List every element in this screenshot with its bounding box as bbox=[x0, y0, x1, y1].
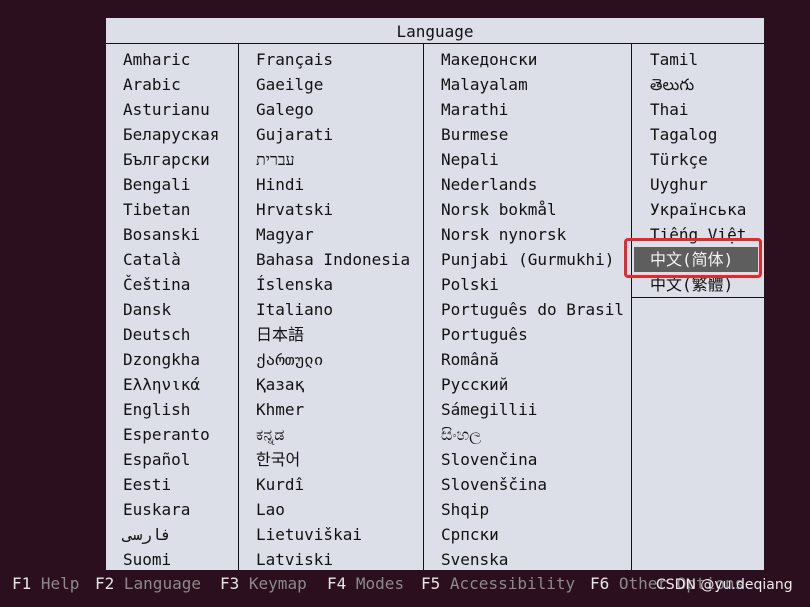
language-option[interactable]: සිංහල bbox=[441, 422, 481, 447]
language-option[interactable]: Bosanski bbox=[123, 222, 200, 247]
language-option[interactable]: Punjabi (Gurmukhi) bbox=[441, 247, 614, 272]
annotation-highlight-box bbox=[624, 238, 762, 278]
language-option[interactable]: Bengali bbox=[123, 172, 190, 197]
language-option[interactable]: Русский bbox=[441, 372, 508, 397]
language-option[interactable]: Asturianu bbox=[123, 97, 210, 122]
function-key-name: F4 bbox=[327, 574, 347, 593]
language-option[interactable]: 한국어 bbox=[256, 447, 300, 472]
language-option[interactable]: Tibetan bbox=[123, 197, 190, 222]
language-column-2: Français Gaeilge Galego Gujarati עברית Hindi H… bbox=[239, 44, 424, 570]
function-key-label: Keymap bbox=[248, 574, 307, 593]
language-option[interactable]: עברית bbox=[256, 147, 295, 172]
language-option[interactable]: Suomi bbox=[123, 547, 171, 572]
language-option[interactable]: Amharic bbox=[123, 47, 190, 72]
function-key-f1[interactable]: F1 Help bbox=[12, 572, 79, 596]
language-option[interactable]: Magyar bbox=[256, 222, 314, 247]
language-option[interactable]: Arabic bbox=[123, 72, 181, 97]
language-option[interactable]: Esperanto bbox=[123, 422, 210, 447]
language-option[interactable]: Slovenščina bbox=[441, 472, 547, 497]
language-option[interactable]: Nederlands bbox=[441, 172, 537, 197]
function-key-label: Language bbox=[123, 574, 201, 593]
language-option[interactable]: Burmese bbox=[441, 122, 508, 147]
language-option[interactable]: Nepali bbox=[441, 147, 499, 172]
language-option[interactable]: Gaeilge bbox=[256, 72, 323, 97]
language-option[interactable]: Română bbox=[441, 347, 499, 372]
language-option[interactable]: Polski bbox=[441, 272, 499, 297]
language-option[interactable]: Dzongkha bbox=[123, 347, 200, 372]
language-option[interactable]: Қазақ bbox=[256, 372, 304, 397]
installer-screen: Language Amharic Arabic Asturianu Беларуска… bbox=[0, 0, 810, 607]
language-option[interactable]: Uyghur bbox=[650, 172, 708, 197]
language-option[interactable]: فارسی bbox=[123, 522, 171, 547]
language-option[interactable]: Gujarati bbox=[256, 122, 333, 147]
language-option[interactable]: Norsk nynorsk bbox=[441, 222, 566, 247]
language-option[interactable]: Galego bbox=[256, 97, 314, 122]
function-key-name: F1 bbox=[12, 574, 32, 593]
language-option[interactable]: Svenska bbox=[441, 547, 508, 572]
language-column-3: Македонски Malayalam Marathi Burmese Nepali N… bbox=[424, 44, 632, 570]
language-option[interactable]: Kurdî bbox=[256, 472, 304, 497]
function-key-name: F3 bbox=[220, 574, 240, 593]
language-option[interactable]: Hrvatski bbox=[256, 197, 333, 222]
language-option[interactable]: Marathi bbox=[441, 97, 508, 122]
language-option[interactable]: Български bbox=[123, 147, 210, 172]
language-option[interactable]: ಕನ್ನಡ bbox=[256, 422, 284, 447]
language-option[interactable]: Português do Brasil bbox=[441, 297, 624, 322]
language-option[interactable]: ქართული bbox=[256, 347, 323, 372]
language-option[interactable]: Latviski bbox=[256, 547, 333, 572]
function-key-name: F6 bbox=[590, 574, 610, 593]
language-option[interactable]: Français bbox=[256, 47, 333, 72]
language-option[interactable]: Čeština bbox=[123, 272, 190, 297]
language-option[interactable]: Khmer bbox=[256, 397, 304, 422]
language-option[interactable]: Tamil bbox=[650, 47, 698, 72]
language-option[interactable]: Sámegillii bbox=[441, 397, 537, 422]
language-option[interactable]: Српски bbox=[441, 522, 499, 547]
function-key-f3[interactable]: F3 Keymap bbox=[220, 572, 307, 596]
language-column-1: Amharic Arabic Asturianu Беларуская Българск… bbox=[106, 44, 239, 570]
language-option[interactable]: Lietuviškai bbox=[256, 522, 362, 547]
function-key-label: Modes bbox=[355, 574, 405, 593]
language-option[interactable]: Español bbox=[123, 447, 190, 472]
language-option[interactable]: Slovenčina bbox=[441, 447, 537, 472]
language-option[interactable]: Hindi bbox=[256, 172, 304, 197]
language-option[interactable]: Deutsch bbox=[123, 322, 190, 347]
language-option[interactable]: Dansk bbox=[123, 297, 171, 322]
language-option[interactable]: Tagalog bbox=[650, 122, 717, 147]
language-option[interactable]: 日本語 bbox=[256, 322, 304, 347]
watermark: CSDN @yu.deqiang bbox=[656, 577, 793, 593]
function-key-label: Accessibility bbox=[449, 574, 576, 593]
language-dialog: Language Amharic Arabic Asturianu Беларуска… bbox=[106, 18, 764, 570]
language-option[interactable]: Malayalam bbox=[441, 72, 528, 97]
language-option[interactable]: Shqip bbox=[441, 497, 489, 522]
dialog-title: Language bbox=[106, 18, 764, 44]
language-option[interactable]: Català bbox=[123, 247, 181, 272]
language-option[interactable]: Euskara bbox=[123, 497, 190, 522]
function-key-f5[interactable]: F5 Accessibility bbox=[421, 572, 575, 596]
language-option[interactable]: Türkçe bbox=[650, 147, 708, 172]
language-option[interactable]: Português bbox=[441, 322, 528, 347]
function-key-name: F5 bbox=[421, 574, 441, 593]
language-option[interactable]: Bahasa Indonesia bbox=[256, 247, 410, 272]
language-option[interactable]: Ελληνικά bbox=[123, 372, 200, 397]
function-key-label: Help bbox=[40, 574, 80, 593]
function-key-f4[interactable]: F4 Modes bbox=[327, 572, 404, 596]
language-option[interactable]: Thai bbox=[650, 97, 689, 122]
language-option[interactable]: Українська bbox=[650, 197, 746, 222]
function-key-f2[interactable]: F2 Language bbox=[95, 572, 201, 596]
language-option[interactable]: Беларуская bbox=[123, 122, 219, 147]
language-option[interactable]: Eesti bbox=[123, 472, 171, 497]
function-key-name: F2 bbox=[95, 574, 115, 593]
language-option[interactable]: Norsk bokmål bbox=[441, 197, 557, 222]
language-option[interactable]: Italiano bbox=[256, 297, 333, 322]
language-option[interactable]: తెలుగు bbox=[650, 72, 694, 97]
language-option[interactable]: English bbox=[123, 397, 190, 422]
language-option[interactable]: Íslenska bbox=[256, 272, 333, 297]
language-option[interactable]: Lao bbox=[256, 497, 285, 522]
language-option[interactable]: Македонски bbox=[441, 47, 537, 72]
